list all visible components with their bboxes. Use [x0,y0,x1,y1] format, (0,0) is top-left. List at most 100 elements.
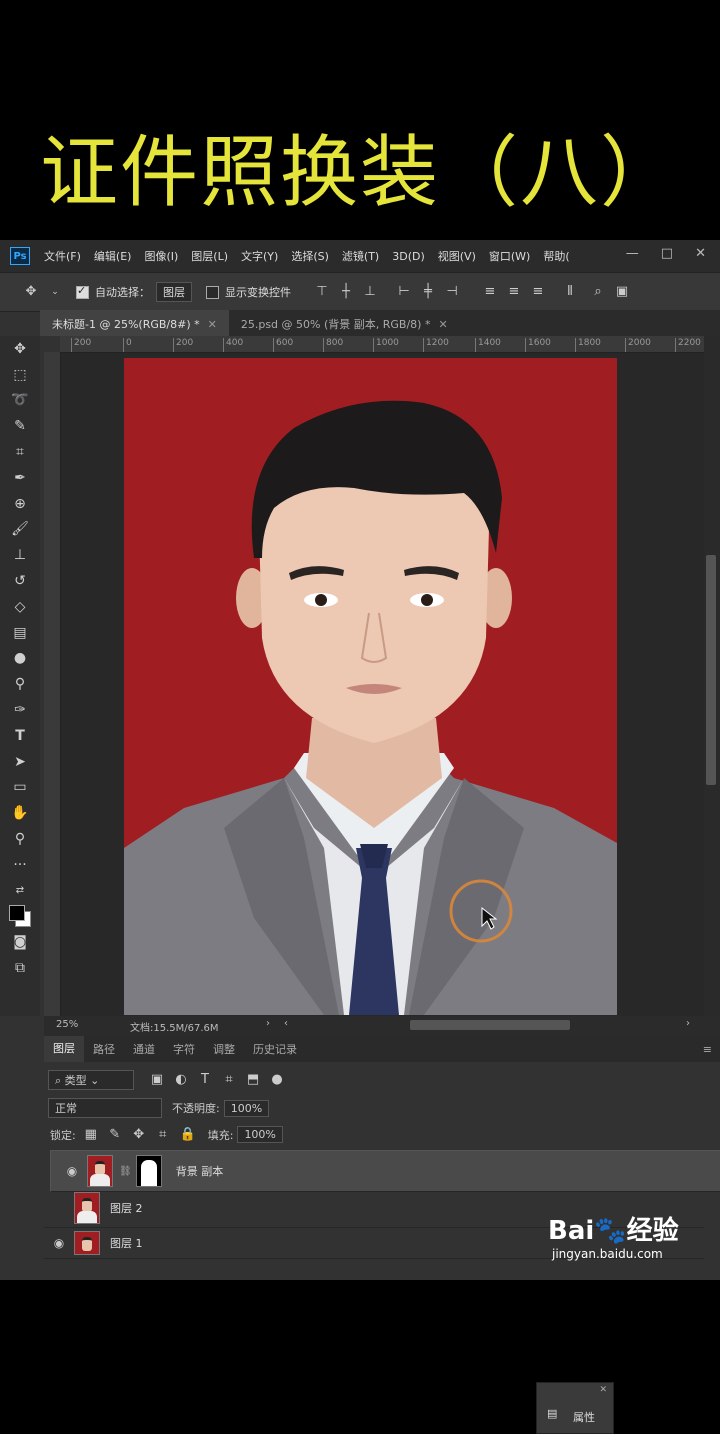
chevron-left-icon[interactable]: ‹ [284,1018,288,1029]
eye-icon[interactable]: ◉ [44,1236,74,1250]
minimize-button[interactable]: — [626,246,639,261]
move-tool-icon[interactable]: ✥ [0,336,40,362]
eraser-tool-icon[interactable]: ◇ [0,594,40,620]
path-select-icon[interactable]: ➤ [0,749,40,775]
lock-paint-icon[interactable]: ✎ [108,1127,122,1142]
filter-toggle-icon[interactable]: ● [270,1073,284,1087]
blend-mode-dropdown[interactable]: 正常 [48,1098,162,1118]
align-top-icon[interactable]: ⊤ [315,285,329,299]
auto-select-dropdown[interactable]: 图层 [156,282,192,302]
type-tool-icon[interactable]: T [0,723,40,749]
properties-panel[interactable]: ✕ ▤ 属性 [536,1382,614,1434]
hand-tool-icon[interactable]: ✋ [0,800,40,826]
distribute-top-icon[interactable]: ≡ [483,285,497,299]
fill-input[interactable]: 100% [237,1126,283,1143]
horizontal-scroll-thumb[interactable] [410,1020,570,1030]
marquee-tool-icon[interactable]: ⬚ [0,362,40,388]
screen-mode-icon[interactable]: ⧉ [0,955,40,981]
shape-tool-icon[interactable]: ▭ [0,775,40,801]
link-icon[interactable]: ⛓ [119,1166,132,1177]
menu-select[interactable]: 选择(S) [291,248,329,264]
chevron-right-icon[interactable]: › [266,1018,270,1029]
healing-tool-icon[interactable]: ⊕ [0,491,40,517]
stamp-tool-icon[interactable]: ⊥ [0,542,40,568]
dodge-tool-icon[interactable]: ⚲ [0,671,40,697]
crop-tool-icon[interactable]: ⌗ [0,439,40,465]
maximize-button[interactable]: □ [661,246,673,261]
tab-untitled[interactable]: 未标题-1 @ 25%(RGB/8#) * ✕ [40,310,229,336]
layer-filter-dropdown[interactable]: ⌕ 类型 ⌄ [48,1070,134,1090]
ruler-tick: 600 [272,338,294,352]
filter-adjust-icon[interactable]: ◐ [174,1073,188,1087]
tab-adjustments[interactable]: 调整 [204,1041,244,1057]
distribute-h-icon[interactable]: ⫴ [563,285,577,299]
blur-tool-icon[interactable]: ● [0,646,40,672]
menu-3d[interactable]: 3D(D) [392,250,425,263]
tab-character[interactable]: 字符 [164,1041,204,1057]
filter-type-icon[interactable]: T [198,1073,212,1087]
more-tools-icon[interactable]: ··· [0,852,40,878]
filter-pixel-icon[interactable]: ▣ [150,1073,164,1087]
layer-row[interactable]: ◉ ⛓ 背景 副本 [50,1150,720,1192]
brush-tool-icon[interactable]: 🖌 [0,517,40,543]
menu-window[interactable]: 窗口(W) [489,248,530,264]
search-icon[interactable]: ⌕ [591,285,605,299]
quick-select-tool-icon[interactable]: ✎ [0,413,40,439]
panel-menu-icon[interactable]: ≡ [703,1043,712,1056]
chevron-right-icon[interactable]: › [686,1018,690,1029]
properties-icon: ▤ [547,1407,558,1420]
align-vcenter-icon[interactable]: ┼ [339,285,353,299]
menu-image[interactable]: 图像(I) [144,248,178,264]
distribute-bottom-icon[interactable]: ≡ [531,285,545,299]
tab-paths[interactable]: 路径 [84,1041,124,1057]
tab-channels[interactable]: 通道 [124,1041,164,1057]
watermark-brand: Bai [548,1216,595,1246]
tab-history[interactable]: 历史记录 [244,1041,306,1057]
tab-layers[interactable]: 图层 [44,1036,84,1062]
menu-file[interactable]: 文件(F) [44,248,81,264]
lock-position-icon[interactable]: ✥ [132,1127,146,1142]
align-hcenter-icon[interactable]: ╪ [421,285,435,299]
menu-filter[interactable]: 滤镜(T) [342,248,379,264]
align-left-icon[interactable]: ⊢ [397,285,411,299]
close-tab-icon[interactable]: ✕ [208,318,217,331]
show-transform-checkbox[interactable] [206,285,219,299]
filter-smart-icon[interactable]: ⬒ [246,1073,260,1087]
document-canvas[interactable] [124,358,617,1015]
align-bottom-icon[interactable]: ⊥ [363,285,377,299]
color-swatches-icon[interactable] [0,904,40,930]
workspace-icon[interactable]: ▣ [615,285,629,299]
lock-all-icon[interactable]: 🔒 [180,1127,196,1142]
move-tool-icon[interactable]: ✥ [24,285,38,299]
close-button[interactable]: ✕ [695,246,706,261]
chevron-down-icon[interactable]: ⌄ [48,285,62,299]
gradient-tool-icon[interactable]: ▤ [0,620,40,646]
menu-layer[interactable]: 图层(L) [191,248,228,264]
layer-mask-thumbnail[interactable] [135,1155,162,1187]
lock-artboard-icon[interactable]: ⌗ [156,1127,170,1142]
tab-25psd[interactable]: 25.psd @ 50% (背景 副本, RGB/8) * ✕ [229,310,460,336]
opacity-input[interactable]: 100% [223,1099,270,1117]
baidu-watermark: Bai🐾经验 jingyan.baidu.com [548,1210,679,1261]
quick-mask-icon[interactable]: ◙ [0,929,40,955]
auto-select-checkbox[interactable] [76,284,89,299]
distribute-center-icon[interactable]: ≡ [507,285,521,299]
eyedropper-tool-icon[interactable]: ✒ [0,465,40,491]
zoom-tool-icon[interactable]: ⚲ [0,826,40,852]
close-icon[interactable]: ✕ [599,1385,607,1395]
lock-transparent-icon[interactable]: ▦ [84,1127,98,1142]
lasso-tool-icon[interactable]: ➰ [0,388,40,414]
align-right-icon[interactable]: ⊣ [445,285,459,299]
pen-tool-icon[interactable]: ✑ [0,697,40,723]
menu-view[interactable]: 视图(V) [438,248,476,264]
vertical-scroll-thumb[interactable] [706,555,716,785]
close-tab-icon[interactable]: ✕ [438,318,447,331]
menu-edit[interactable]: 编辑(E) [94,248,132,264]
history-brush-icon[interactable]: ↺ [0,568,40,594]
eye-icon[interactable]: ◉ [57,1164,87,1178]
menu-type[interactable]: 文字(Y) [241,248,278,264]
menu-help[interactable]: 帮助( [543,248,569,264]
zoom-level[interactable]: 25% [56,1019,78,1030]
swap-colors-icon[interactable]: ⇄ [0,878,40,904]
filter-shape-icon[interactable]: ⌗ [222,1073,236,1087]
